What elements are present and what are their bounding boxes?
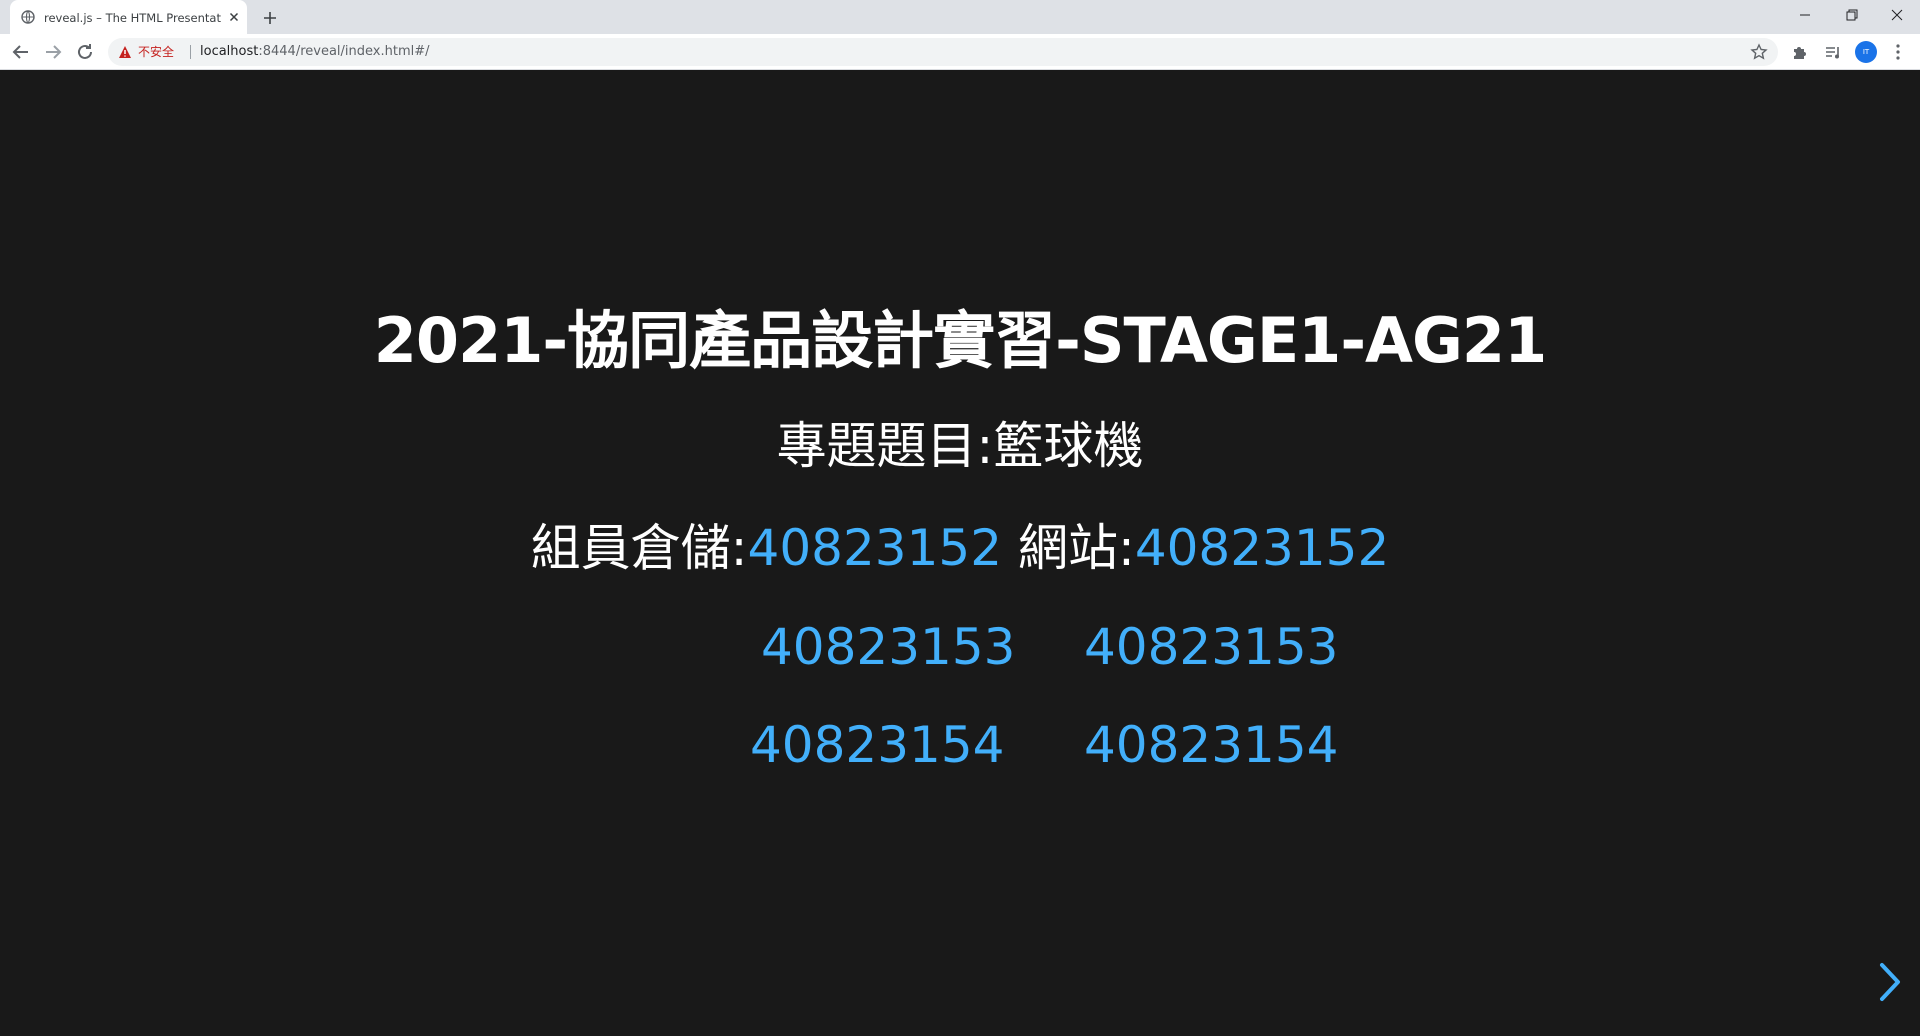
member-site-link[interactable]: 40823154 xyxy=(1084,713,1339,777)
member-header-row: 組員倉儲:40823152 網站:40823152 xyxy=(0,516,1920,580)
close-tab-icon[interactable] xyxy=(226,9,242,25)
tab-title: reveal.js – The HTML Presentation Framew… xyxy=(44,11,221,25)
profile-avatar[interactable]: IT xyxy=(1855,41,1877,63)
member-site-link[interactable]: 40823152 xyxy=(1135,519,1390,577)
security-label[interactable]: 不安全 xyxy=(138,44,174,60)
url-text[interactable]: localhost:8444/reveal/index.html#/ xyxy=(200,44,430,60)
reload-icon[interactable] xyxy=(73,40,97,64)
warning-icon[interactable] xyxy=(118,45,132,59)
media-queue-icon[interactable] xyxy=(1823,42,1843,62)
project-topic: 專題題目:籃球機 xyxy=(776,417,1144,475)
tab-strip: reveal.js – The HTML Presentation Framew… xyxy=(0,0,1920,34)
forward-arrow-icon[interactable] xyxy=(41,40,65,64)
browser-tab[interactable]: reveal.js – The HTML Presentation Framew… xyxy=(10,0,247,34)
member-repo-link[interactable]: 40823154 xyxy=(750,713,1005,777)
omnibox-divider xyxy=(190,45,191,59)
bookmark-star-icon[interactable] xyxy=(1750,43,1768,61)
repo-label: 組員倉儲: xyxy=(530,519,748,577)
new-tab-icon[interactable] xyxy=(257,7,283,29)
url-path: :8444/reveal/index.html#/ xyxy=(258,44,430,59)
member-repo-link[interactable]: 40823152 xyxy=(748,519,1003,577)
site-label: 網站: xyxy=(1017,519,1135,577)
kebab-menu-icon[interactable] xyxy=(1888,42,1908,62)
slide-title: 2021-協同產品設計實習-STAGE1-AG21 xyxy=(373,304,1547,377)
next-slide-arrow-icon[interactable] xyxy=(1876,957,1906,1007)
slide-viewport: 2021-協同產品設計實習-STAGE1-AG21 專題題目:籃球機 組員倉儲:… xyxy=(0,71,1920,1036)
browser-toolbar: 不安全 localhost:8444/reveal/index.html#/ I… xyxy=(0,34,1920,70)
minimize-icon[interactable] xyxy=(1782,0,1828,30)
member-site-link[interactable]: 40823153 xyxy=(1084,615,1339,679)
url-host: localhost xyxy=(200,44,259,59)
member-repo-link[interactable]: 40823153 xyxy=(761,615,1016,679)
close-window-icon[interactable] xyxy=(1874,0,1920,30)
address-bar[interactable]: 不安全 localhost:8444/reveal/index.html#/ xyxy=(108,38,1778,66)
back-arrow-icon[interactable] xyxy=(9,40,33,64)
restore-icon[interactable] xyxy=(1828,0,1874,30)
extensions-puzzle-icon[interactable] xyxy=(1790,42,1810,62)
globe-icon xyxy=(21,10,35,24)
